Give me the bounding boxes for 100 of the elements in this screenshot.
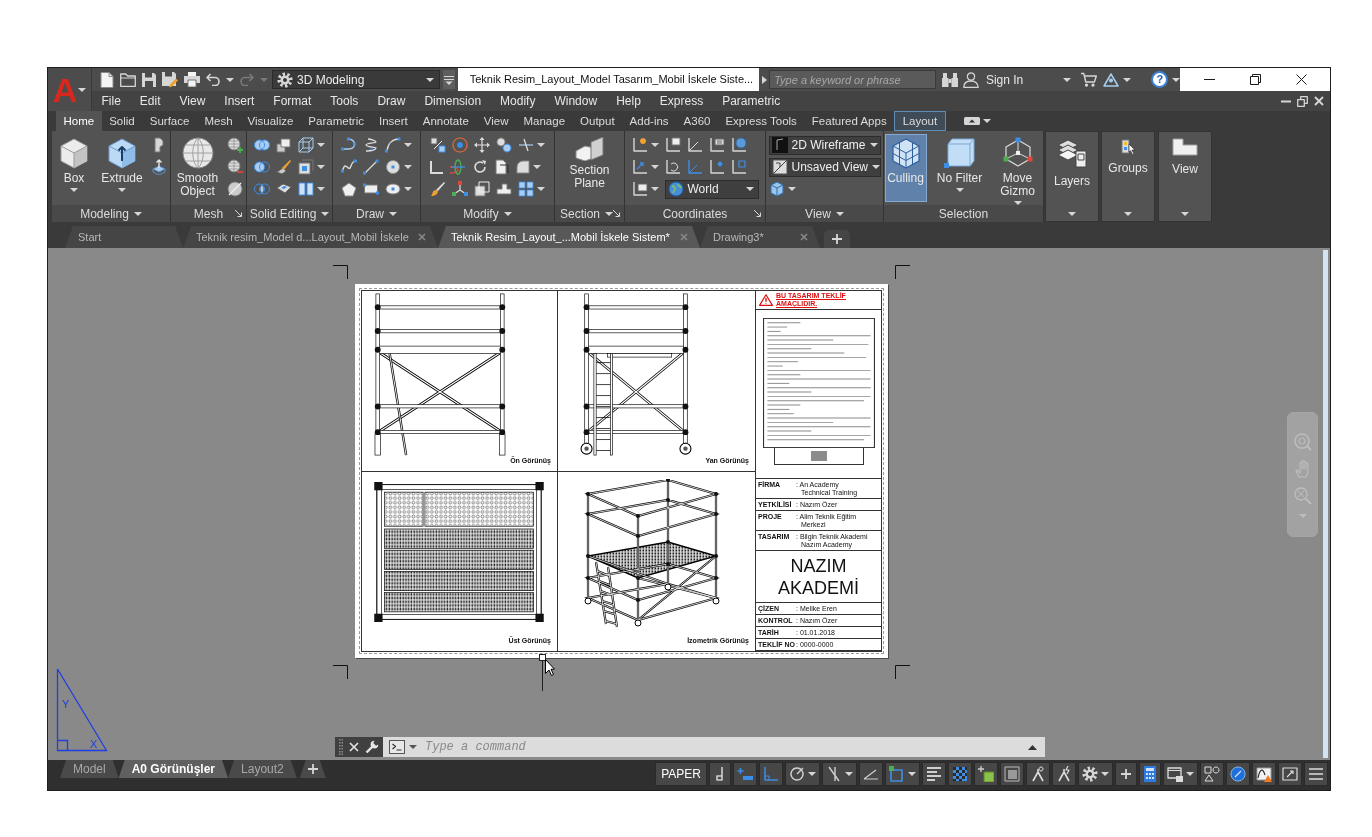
close-icon[interactable] [349, 742, 359, 752]
caret-icon[interactable] [503, 211, 512, 216]
cart-icon[interactable] [1081, 72, 1098, 87]
caret-icon[interactable] [537, 143, 545, 147]
caret-icon[interactable] [1123, 77, 1132, 82]
panel-toggle-icon[interactable] [963, 117, 980, 125]
caret-icon[interactable] [1063, 77, 1072, 82]
move-gizmo-button[interactable]: Move Gizmo [992, 134, 1043, 202]
trim-line-icon[interactable] [518, 137, 534, 153]
polyline-loop-icon[interactable] [341, 137, 357, 153]
file-tab[interactable]: Teknik Resim_Layout_...Mobil İskele Sistem* [438, 226, 700, 248]
ribbon-tab[interactable]: Add-ins [622, 111, 677, 131]
ribbon-tab[interactable]: Parametric [300, 111, 372, 131]
step-outline-icon[interactable] [496, 183, 512, 195]
search-field[interactable]: Type a keyword or phrase [769, 70, 936, 89]
caret-icon[interactable] [321, 211, 330, 216]
smooth-object-button[interactable]: Smooth Object [174, 134, 221, 202]
new-sheet-button[interactable] [299, 760, 326, 778]
caret-icon[interactable] [1172, 77, 1181, 82]
gizmo-rings-icon[interactable] [450, 159, 466, 175]
wrench-icon[interactable] [365, 740, 379, 754]
named-view-dropdown[interactable]: Unsaved View [768, 157, 881, 177]
caret-icon[interactable] [982, 119, 991, 123]
menu-item[interactable]: Draw [367, 94, 415, 108]
doc-minimize-icon[interactable] [1281, 99, 1291, 103]
circles-pair-icon[interactable] [496, 137, 512, 153]
stacked-boxes-icon[interactable] [276, 137, 292, 153]
network-triangle-icon[interactable] [1103, 72, 1120, 87]
axes-icon[interactable] [686, 137, 703, 153]
caret-icon[interactable] [317, 143, 325, 147]
extrude-button[interactable]: Extrude [99, 134, 145, 202]
quick-access-menu-button[interactable] [442, 70, 455, 89]
ribbon-tab[interactable]: View [476, 111, 516, 131]
status-toggle-button[interactable] [859, 762, 883, 786]
drawing-canvas[interactable] [48, 248, 1330, 760]
grid-squares-icon[interactable] [518, 181, 534, 197]
line-icon[interactable] [363, 159, 379, 175]
section-plane-button[interactable]: Section Plane [563, 134, 616, 202]
menu-item[interactable]: Express [650, 94, 713, 108]
axes-globe-icon[interactable] [730, 137, 747, 153]
slice-knife-icon[interactable] [276, 159, 292, 175]
axes-arrow-icon[interactable] [631, 159, 648, 175]
axes-curve-icon[interactable] [664, 159, 681, 175]
ribbon-tab[interactable]: Output [572, 111, 623, 131]
ribbon-tab[interactable]: Annotate [415, 111, 477, 131]
axes-nodes-icon[interactable] [452, 181, 468, 197]
sign-in-button[interactable]: Sign In [962, 71, 1024, 88]
box-face-icon[interactable] [298, 159, 314, 175]
panel-title[interactable]: Solid Editing [249, 206, 317, 221]
ribbon-tab[interactable]: Home [56, 111, 102, 131]
ribbon-tab[interactable]: Layout [894, 111, 946, 131]
ribbon-tab[interactable]: A360 [676, 111, 718, 131]
help-button[interactable]: ? [1151, 71, 1169, 88]
status-bar-button[interactable] [1304, 762, 1328, 786]
workspace-dropdown[interactable]: 3D Modeling [272, 70, 440, 89]
binoculars-icon[interactable] [941, 72, 958, 87]
printer-icon[interactable] [184, 72, 200, 87]
new-tab-button[interactable] [824, 230, 850, 248]
caret-icon[interactable] [133, 211, 142, 216]
panel-title[interactable]: Modeling [80, 206, 129, 221]
brush-icon[interactable] [430, 181, 446, 197]
sheet-tab[interactable]: Layout2 [228, 760, 297, 778]
right-triangle-icon[interactable] [762, 75, 768, 84]
caret-icon[interactable] [650, 187, 659, 191]
menu-item[interactable]: View [170, 94, 215, 108]
rotate-arrow-icon[interactable] [472, 159, 488, 175]
move-arrows-icon[interactable] [474, 137, 490, 153]
layers-panel-button[interactable]: Layers [1045, 131, 1099, 222]
caret-icon[interactable] [404, 143, 412, 147]
ribbon-tab[interactable]: Manage [516, 111, 573, 131]
spline-icon[interactable] [341, 159, 357, 175]
view-cube-icon[interactable] [768, 181, 785, 197]
caret-icon[interactable] [650, 143, 659, 147]
step-shape-icon[interactable] [151, 137, 167, 153]
ribbon-tab[interactable]: Visualize [240, 111, 301, 131]
menu-item[interactable]: File [92, 94, 131, 108]
ribbon-tab[interactable]: Solid [101, 111, 143, 131]
panel-title[interactable]: Draw [356, 206, 384, 221]
diagonal-boxes-icon[interactable] [430, 137, 446, 153]
mesh-globe-plus-icon[interactable] [226, 137, 243, 153]
rounded-corner-icon[interactable] [516, 160, 530, 174]
menu-item[interactable]: Modify [490, 94, 545, 108]
file-tab[interactable]: Teknik resim_Model d...Layout_Mobil İskele [183, 226, 438, 248]
axes-diamond-icon[interactable] [708, 159, 725, 175]
status-bar-button[interactable] [1252, 762, 1276, 786]
dialog-launcher-icon[interactable] [235, 210, 242, 217]
status-toggle-button[interactable] [822, 762, 857, 786]
arc-icon[interactable] [385, 137, 401, 153]
prompt-icon[interactable] [389, 740, 405, 754]
open-folder-icon[interactable] [120, 72, 136, 87]
status-toggle-button[interactable] [922, 762, 946, 786]
ribbon-tab[interactable]: Featured Apps [804, 111, 895, 131]
window-restore-icon[interactable] [1249, 74, 1261, 85]
window-minimize-icon[interactable] [1203, 79, 1215, 80]
window-close-icon[interactable] [1295, 74, 1307, 85]
caret-icon[interactable] [317, 165, 325, 169]
status-bar-button[interactable] [1115, 762, 1137, 786]
status-bar-button[interactable] [1200, 762, 1224, 786]
status-toggle-button[interactable] [885, 762, 920, 786]
axes-box-icon[interactable] [730, 159, 747, 175]
